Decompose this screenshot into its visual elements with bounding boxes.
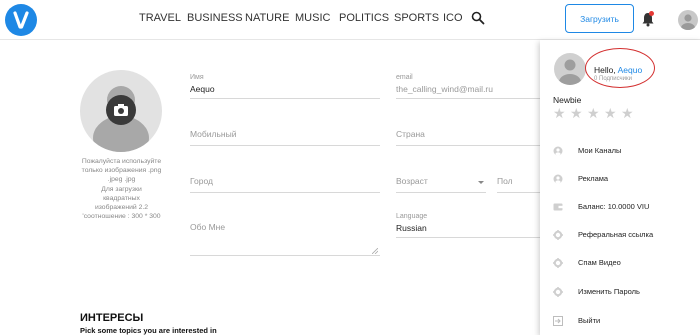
- email-field[interactable]: email the_calling_wind@mail.ru: [396, 74, 540, 102]
- nav-item-sports[interactable]: SPORTS: [394, 12, 439, 24]
- menu-item-label: Реклама: [578, 174, 609, 183]
- language-underline: [396, 237, 540, 238]
- city-underline: [190, 192, 380, 193]
- interests-title: ИНТЕРЕСЫ: [80, 312, 144, 324]
- chevron-down-icon: [478, 181, 484, 184]
- menu-item-referral-link[interactable]: Реферальная ссылка: [540, 225, 700, 245]
- city-placeholder: Город: [190, 176, 213, 186]
- about-placeholder: Обо Мне: [190, 222, 226, 232]
- user-icon: [553, 174, 563, 184]
- user-icon: [553, 146, 563, 156]
- annotation-circle: [585, 48, 655, 88]
- menu-item-spam-video[interactable]: Спам Видео: [540, 253, 700, 273]
- nav-item-ico[interactable]: ICO: [443, 12, 463, 24]
- nav-item-politics[interactable]: POLITICS: [339, 12, 389, 24]
- menu-item-label: Реферальная ссылка: [578, 230, 654, 239]
- menu-item-logout[interactable]: Выйти: [540, 311, 700, 331]
- avatar-silhouette-icon: [559, 59, 581, 85]
- wallet-icon: [553, 203, 563, 211]
- name-field[interactable]: Имя Aequo: [190, 74, 380, 102]
- email-label: email: [396, 74, 413, 81]
- logout-icon: [553, 316, 563, 326]
- country-field[interactable]: Страна: [396, 127, 540, 147]
- star-icon: ★: [587, 105, 600, 121]
- star-icon: ★: [604, 105, 617, 121]
- nav-item-nature[interactable]: NATURE: [245, 12, 289, 24]
- user-dropdown-menu: Hello, Aequo 0 Подписчики Newbie ★ ★ ★ ★…: [540, 40, 700, 335]
- age-underline: [396, 192, 486, 193]
- menu-item-balance[interactable]: Баланс: 10.0000 VIU: [540, 197, 700, 217]
- mobile-placeholder: Мобильный: [190, 129, 237, 139]
- nav-item-travel[interactable]: TRAVEL: [139, 12, 181, 24]
- avatar-silhouette-icon: [681, 14, 695, 30]
- gender-underline: [497, 192, 540, 193]
- photo-upload-note: Пожалуйста используйте только изображени…: [81, 158, 162, 221]
- language-value: Russian: [396, 223, 427, 233]
- name-label: Имя: [190, 74, 204, 81]
- resize-handle-icon[interactable]: [372, 248, 378, 254]
- notification-dot: [649, 11, 654, 16]
- about-textarea[interactable]: Обо Мне: [190, 220, 380, 256]
- menu-item-label: Мои Каналы: [578, 146, 622, 155]
- logo-v-icon: [13, 11, 29, 29]
- language-select[interactable]: Language Russian: [396, 213, 540, 241]
- gear-icon: [553, 230, 563, 240]
- upload-button[interactable]: Загрузить: [565, 4, 634, 33]
- star-icon: ★: [570, 105, 583, 121]
- mobile-underline: [190, 145, 380, 146]
- menu-item-label: Баланс: 10.0000 VIU: [578, 202, 650, 211]
- gender-placeholder: Пол: [497, 176, 513, 186]
- city-field[interactable]: Город: [190, 174, 380, 194]
- gear-icon: [553, 287, 563, 297]
- site-logo[interactable]: [5, 4, 37, 36]
- nav-item-music[interactable]: MUSIC: [295, 12, 330, 24]
- nav-item-business[interactable]: BUSINESS: [187, 12, 243, 24]
- country-underline: [396, 145, 540, 146]
- about-underline: [190, 255, 380, 256]
- user-avatar-button[interactable]: [678, 10, 698, 30]
- gender-select[interactable]: Пол: [497, 174, 540, 194]
- dropdown-avatar: [554, 53, 586, 85]
- menu-item-ads[interactable]: Реклама: [540, 169, 700, 189]
- country-placeholder: Страна: [396, 129, 425, 139]
- user-rank: Newbie: [553, 95, 582, 105]
- menu-item-change-password[interactable]: Изменить Пароль: [540, 282, 700, 302]
- age-placeholder: Возраст: [396, 176, 428, 186]
- language-label: Language: [396, 213, 428, 220]
- search-icon[interactable]: [471, 11, 485, 25]
- menu-item-label: Изменить Пароль: [578, 287, 640, 296]
- name-value: Aequo: [190, 84, 215, 94]
- star-icon: ★: [621, 105, 634, 121]
- email-underline: [396, 98, 540, 99]
- change-photo-button[interactable]: [106, 95, 136, 125]
- mobile-field[interactable]: Мобильный: [190, 127, 380, 147]
- top-navbar: TRAVEL BUSINESS NATURE MUSIC POLITICS SP…: [0, 0, 700, 40]
- star-icon: ★: [553, 105, 566, 121]
- email-value: the_calling_wind@mail.ru: [396, 84, 493, 94]
- camera-icon: [114, 104, 128, 116]
- interests-subtitle: Pick some topics you are interested in: [80, 326, 217, 335]
- menu-item-my-channels[interactable]: Мои Каналы: [540, 141, 700, 161]
- menu-item-label: Выйти: [578, 316, 601, 325]
- age-select[interactable]: Возраст: [396, 174, 486, 194]
- name-underline: [190, 98, 380, 99]
- menu-item-label: Спам Видео: [578, 258, 621, 267]
- gear-icon: [553, 258, 563, 268]
